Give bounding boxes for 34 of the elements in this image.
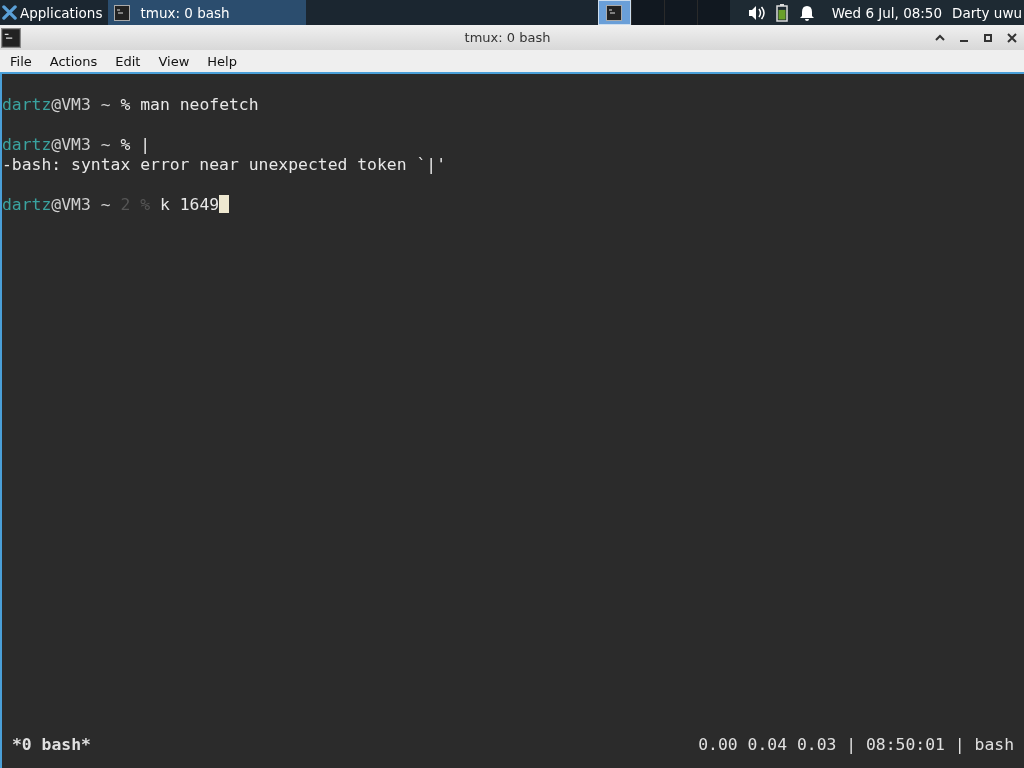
- window-title: tmux: 0 bash: [463, 30, 552, 45]
- terminal-icon: [606, 4, 623, 21]
- terminal-icon: [114, 4, 131, 21]
- prompt-sign: %: [120, 95, 131, 114]
- close-icon[interactable]: [1006, 31, 1018, 44]
- menu-item[interactable]: File: [0, 53, 40, 69]
- user-name[interactable]: Darty uwu: [952, 4, 1022, 21]
- command-text: man neofetch: [140, 95, 259, 114]
- prompt-user: dartz: [2, 195, 52, 214]
- command-text: |: [140, 135, 151, 154]
- x-logo-icon: [2, 5, 17, 20]
- battery-icon[interactable]: [775, 3, 788, 22]
- prompt-sign: %: [120, 135, 131, 154]
- prompt-host: @VM3 ~: [51, 95, 111, 114]
- terminal-icon: [1, 27, 21, 48]
- tmux-status-info: 0.00 0.04 0.03 | 08:50:01 | bash: [698, 735, 1014, 755]
- menu-item[interactable]: Actions: [39, 53, 106, 69]
- terminal-output: -bash: syntax error near unexpected token `|': [2, 155, 447, 174]
- tmux-window-label: *0 bash*: [12, 735, 91, 755]
- menu-item[interactable]: Edit: [105, 53, 149, 69]
- prompt-sign: %: [140, 195, 151, 214]
- maximize-icon[interactable]: [982, 31, 994, 44]
- command-text: k 1649: [159, 195, 220, 214]
- applications-menu-button[interactable]: Applications: [0, 0, 109, 25]
- prompt-user: dartz: [2, 135, 52, 154]
- workspace-button[interactable]: [630, 0, 664, 25]
- speaker-icon[interactable]: [747, 4, 766, 21]
- taskbar-task[interactable]: tmux: 0 bash: [108, 0, 307, 25]
- clock[interactable]: Wed 6 Jul, 08:50: [831, 4, 943, 21]
- prompt-host: @VM3 ~: [51, 195, 111, 214]
- menu-item[interactable]: Help: [197, 53, 245, 69]
- prompt-user: dartz: [2, 95, 52, 114]
- menu-item[interactable]: View: [148, 53, 198, 69]
- prompt-host: @VM3 ~: [51, 135, 111, 154]
